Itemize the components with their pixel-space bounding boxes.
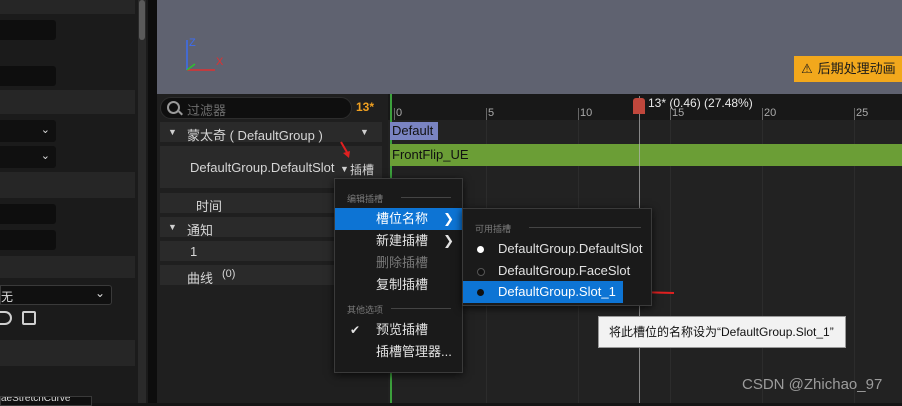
slot-dot-icon <box>477 246 484 253</box>
search-icon <box>167 101 180 114</box>
collapse-arrow-icon[interactable]: ▼ <box>168 222 177 232</box>
menu-item-delete-slot: 删除插槽 <box>335 252 462 274</box>
time-track-label: 时间 <box>196 199 223 214</box>
curve-field[interactable]: aeStretchCurve <box>0 396 92 406</box>
slot-track-label: DefaultGroup.DefaultSlot <box>190 160 335 175</box>
panel-strip <box>0 172 135 198</box>
ruler-tick <box>578 108 579 120</box>
panel-strip <box>0 0 135 14</box>
menu-item-label: 删除插槽 <box>376 255 429 270</box>
axis-z-label: Z <box>189 37 196 49</box>
bone-combo-value: 无 <box>1 290 14 304</box>
menu-item-slot-manager[interactable]: 插槽管理器... <box>335 341 462 363</box>
warning-banner[interactable]: ⚠ 后期处理动画 <box>794 56 902 82</box>
property-field[interactable] <box>0 204 56 224</box>
slot-name-label[interactable]: Default <box>390 122 438 140</box>
slot-dot-icon <box>477 268 485 276</box>
ruler-tick-label: 5 <box>488 107 495 119</box>
menu-divider <box>391 308 451 309</box>
scrollbar-thumb[interactable] <box>139 0 145 40</box>
menu-section-label: 可用插槽 <box>475 224 512 234</box>
checkmark-icon: ✔ <box>350 323 361 337</box>
viewport[interactable]: Z X <box>157 0 902 94</box>
annotation-arrow-icon <box>340 141 350 158</box>
time-ruler[interactable]: 0 5 10 15 20 25 <box>388 94 902 120</box>
menu-item-label: 槽位名称 <box>376 211 429 226</box>
axis-x-label: X <box>216 56 224 68</box>
menu-item-preview-slot[interactable]: ✔ 预览插槽 <box>335 319 462 341</box>
slot-option-default[interactable]: DefaultGroup.DefaultSlot <box>463 238 651 260</box>
bone-combo[interactable]: 无 ⌄ <box>0 285 112 305</box>
warning-triangle-icon: ⚠ <box>801 61 813 76</box>
property-combo[interactable]: ⌄ <box>0 146 56 168</box>
property-combo[interactable]: ⌄ <box>0 120 56 142</box>
slot-option-face[interactable]: DefaultGroup.FaceSlot <box>463 260 651 282</box>
slot-option-slot-1[interactable]: DefaultGroup.Slot_1 <box>463 281 623 303</box>
browse-icon[interactable] <box>0 311 12 325</box>
chevron-down-icon: ⌄ <box>94 286 105 300</box>
curves-count: (0) <box>222 268 236 280</box>
dropdown-arrow-icon[interactable]: ▼ <box>360 127 369 137</box>
property-field[interactable] <box>0 230 56 250</box>
dropdown-arrow-icon: ▼ <box>340 164 349 174</box>
menu-item-label: 插槽管理器... <box>376 344 452 359</box>
ruler-tick-label: 10 <box>580 107 593 119</box>
chevron-down-icon: ⌄ <box>40 124 50 136</box>
ruler-tick-label: 0 <box>396 107 403 119</box>
menu-item-new-slot[interactable]: 新建插槽 ❯ <box>335 230 462 252</box>
menu-item-label: 复制插槽 <box>376 277 429 292</box>
menu-item-slot-name[interactable]: 槽位名称 ❯ <box>335 208 462 230</box>
scrollbar[interactable] <box>138 0 146 403</box>
notify-track-label: 1 <box>190 244 198 259</box>
slot-context-menu: 编辑插槽 槽位名称 ❯ 新建插槽 ❯ 删除插槽 复制插槽 其他选项 ✔ 预览插槽… <box>334 178 463 373</box>
ruler-tick-label: 25 <box>856 107 869 119</box>
group-track-label: 蒙太奇 ( DefaultGroup ) <box>187 128 323 143</box>
collapse-arrow-icon[interactable]: ▼ <box>168 127 177 137</box>
menu-item-label: 预览插槽 <box>376 322 429 337</box>
chevron-down-icon: ⌄ <box>40 150 50 162</box>
slot-option-label: DefaultGroup.DefaultSlot <box>498 241 643 256</box>
scrub-position-label: 13* (0.46) (27.48%) <box>648 96 753 110</box>
curves-track-label: 曲线 <box>187 271 214 286</box>
ruler-tick <box>854 108 855 120</box>
scrub-handle[interactable] <box>633 98 645 114</box>
watermark: CSDN @Zhichao_97 <box>742 376 883 393</box>
tooltip: 将此槽位的名称设为“DefaultGroup.Slot_1” <box>598 316 846 348</box>
menu-section-label: 编辑插槽 <box>347 194 384 204</box>
slot-dropdown-label[interactable]: 插槽 <box>350 161 374 178</box>
slot-name-submenu: 可用插槽 DefaultGroup.DefaultSlot DefaultGro… <box>462 208 652 306</box>
ruler-tick <box>394 108 395 120</box>
panel-strip <box>0 256 135 278</box>
track-row-group[interactable]: ▼ 蒙太奇 ( DefaultGroup ) ▼ <box>160 122 382 143</box>
menu-divider <box>529 227 641 228</box>
frame-count: 13* <box>356 100 375 114</box>
chevron-right-icon: ❯ <box>443 233 454 248</box>
filter-input[interactable]: 过滤器 <box>160 97 352 119</box>
ruler-tick <box>486 108 487 120</box>
menu-divider <box>401 197 451 198</box>
property-field[interactable] <box>0 20 56 40</box>
ruler-tick-label: 20 <box>764 107 777 119</box>
menu-section-label: 其他选项 <box>347 305 384 315</box>
slot-dot-icon <box>477 289 484 296</box>
slot-option-label: DefaultGroup.Slot_1 <box>498 284 616 299</box>
notifies-track-label: 通知 <box>187 223 214 238</box>
find-asset-icon[interactable] <box>22 311 36 325</box>
splitter[interactable] <box>148 0 157 403</box>
filter-placeholder: 过滤器 <box>187 103 227 118</box>
property-field[interactable] <box>0 66 56 86</box>
montage-segment[interactable]: FrontFlip_UE <box>390 144 902 166</box>
chevron-right-icon: ❯ <box>443 211 454 226</box>
warning-text: 后期处理动画 <box>817 61 896 76</box>
panel-strip <box>0 340 135 366</box>
slot-option-label: DefaultGroup.FaceSlot <box>498 263 631 278</box>
details-panel: ⌄ ⌄ 无 ⌄ aeStretchCurve <box>0 0 148 406</box>
menu-item-duplicate-slot[interactable]: 复制插槽 <box>335 274 462 296</box>
panel-strip <box>0 90 135 114</box>
menu-item-label: 新建插槽 <box>376 233 429 248</box>
ruler-tick <box>762 108 763 120</box>
